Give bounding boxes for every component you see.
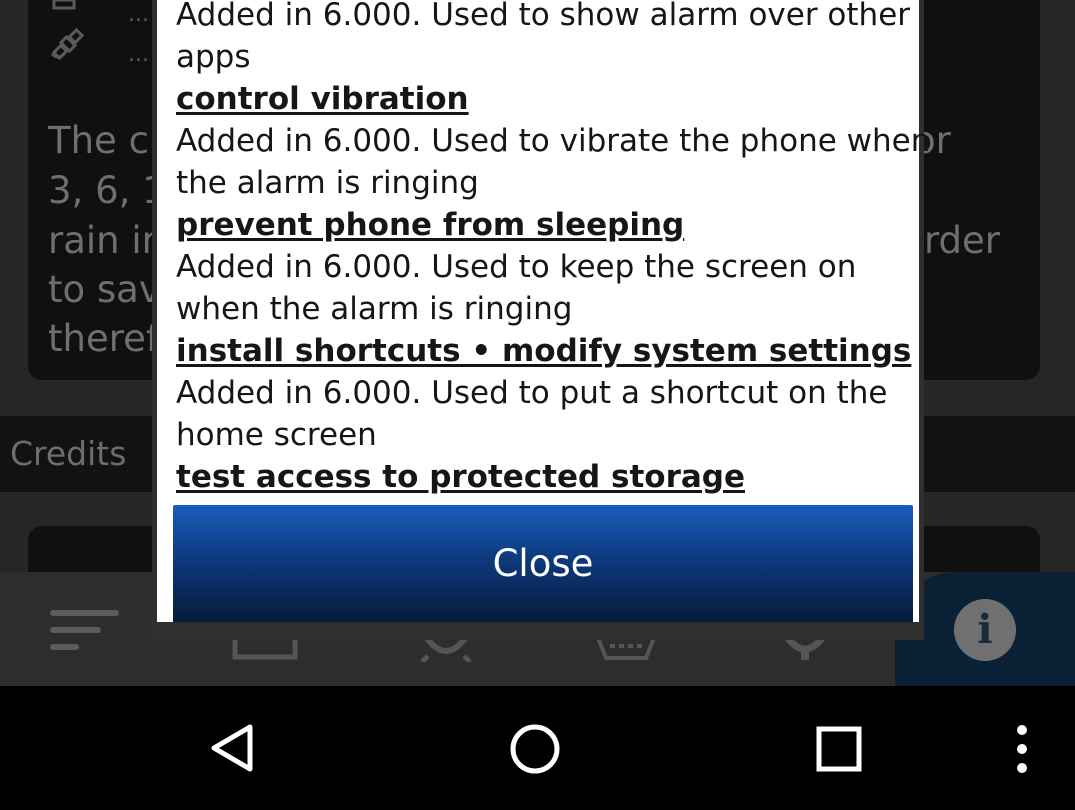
paragraph-line: 3, 6, 1 — [48, 169, 166, 212]
paragraph-line: rain ir — [48, 219, 157, 262]
sort-icon[interactable] — [50, 608, 120, 652]
row-icons — [48, 0, 88, 70]
row-value-1: ... — [128, 2, 149, 27]
permission-list: Added in 6.000. Used to show alarm over … — [176, 0, 931, 498]
permission-title: install shortcuts • modify system settin… — [176, 333, 912, 369]
permission-description: Added in 6.000. Used to vibrate the phon… — [176, 123, 931, 159]
paragraph-line: theref — [48, 317, 159, 360]
permission-description: Added in 6.000. Used to show alarm over … — [176, 0, 911, 33]
paragraph-line: The c — [48, 119, 149, 162]
permission-description: apps — [176, 39, 251, 75]
paragraph-line: to sav — [48, 268, 161, 311]
permission-title: prevent phone from sleeping — [176, 207, 685, 243]
permission-description: Added in 6.000. Used to keep the screen … — [176, 249, 857, 285]
home-icon[interactable] — [509, 723, 561, 775]
credits-label: Credits — [10, 434, 127, 473]
close-button[interactable]: Close — [173, 505, 913, 622]
permission-title: control vibration — [176, 81, 469, 117]
paragraph-line: rder — [924, 219, 1001, 262]
dialog-content: Added in 6.000. Used to show alarm over … — [157, 0, 931, 622]
permission-description: home screen — [176, 417, 377, 453]
back-icon[interactable] — [208, 723, 256, 773]
permission-description: the alarm is ringing — [176, 165, 479, 201]
row-value-2: ... — [128, 42, 149, 67]
permissions-dialog: Added in 6.000. Used to show alarm over … — [152, 0, 931, 640]
permission-description: when the alarm is ringing — [176, 291, 573, 327]
keyboard-icon[interactable] — [596, 638, 656, 660]
overflow-menu-icon[interactable] — [1012, 724, 1032, 774]
info-icon[interactable]: i — [954, 599, 1016, 661]
navigation-bar — [0, 686, 1075, 810]
recents-icon[interactable] — [815, 725, 863, 773]
permission-title: test access to protected storage — [176, 459, 746, 495]
satellite-icon — [50, 0, 85, 61]
permission-description: Added in 6.000. Used to put a shortcut o… — [176, 375, 888, 411]
